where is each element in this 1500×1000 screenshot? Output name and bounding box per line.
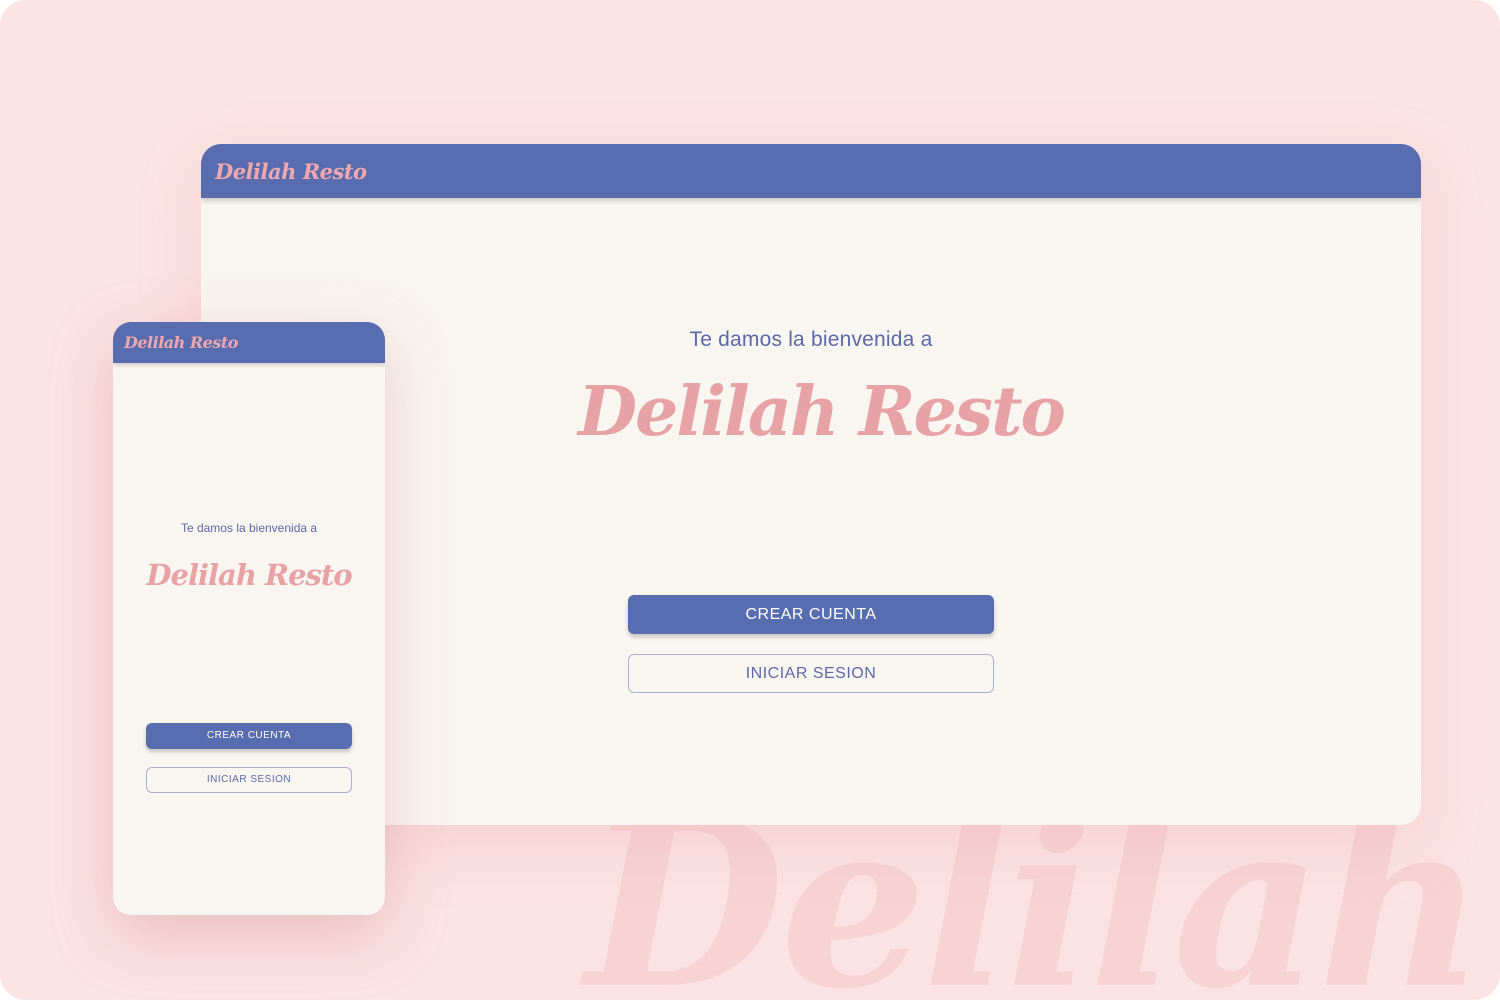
showcase-canvas: Delilah Re Delilah Resto Te damos la bie… <box>0 0 1500 1000</box>
mobile-header: Delilah Resto <box>113 322 385 363</box>
mobile-header-logo[interactable]: Delilah Resto <box>124 333 238 352</box>
desktop-login-button[interactable]: INICIAR SESION <box>628 654 994 693</box>
mobile-welcome-text: Te damos la bienvenida a <box>180 521 318 535</box>
mobile-window: Delilah Resto Te damos la bienvenida a D… <box>113 322 385 915</box>
mobile-login-button[interactable]: INICIAR SESION <box>146 767 352 793</box>
desktop-header-logo[interactable]: Delilah Resto <box>215 159 367 184</box>
mobile-brand-title: Delilah Resto <box>146 558 352 592</box>
desktop-header: Delilah Resto <box>201 144 1421 198</box>
mobile-create-account-button[interactable]: CREAR CUENTA <box>146 723 352 749</box>
desktop-create-account-button[interactable]: CREAR CUENTA <box>628 595 994 634</box>
